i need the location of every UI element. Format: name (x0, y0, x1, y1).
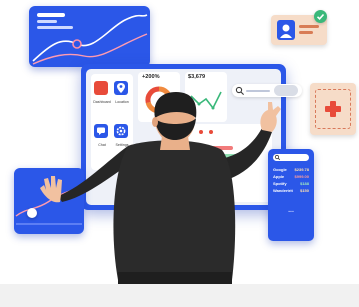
person-figure (40, 92, 281, 307)
illustration-scene: Dashboard Location Chat Settings +200% $… (0, 0, 359, 307)
floor (0, 284, 359, 307)
